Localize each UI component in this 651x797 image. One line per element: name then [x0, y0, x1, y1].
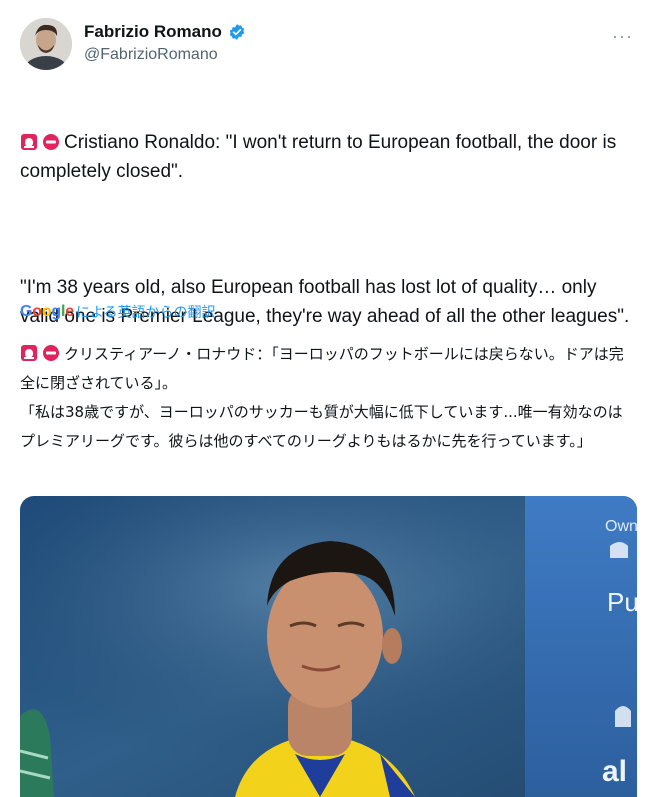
tweet-media-photo[interactable]: Own Pu al [20, 496, 637, 797]
translated-line1: クリスティアーノ・ロナウド：「ヨーロッパのフットボールには戻らない。ドアは完全に… [20, 340, 632, 398]
sign-text-2: Pu [607, 587, 637, 617]
sign-text-3: al [602, 755, 627, 788]
translation-label[interactable]: による英語からの翻訳 [76, 302, 216, 322]
tweet-line1-text: Cristiano Ronaldo: "I won't return to Eu… [20, 132, 617, 182]
translation-notice[interactable]: Google による英語からの翻訳 [20, 302, 216, 322]
tweet-line1: Cristiano Ronaldo: "I won't return to Eu… [20, 128, 632, 186]
google-logo: Google [20, 303, 74, 320]
more-icon[interactable]: ··· [612, 26, 633, 47]
no-entry-icon [43, 345, 59, 361]
sign-text-1: Own [605, 518, 637, 535]
translated-text: クリスティアーノ・ロナウド：「ヨーロッパのフットボールには戻らない。ドアは完全に… [20, 340, 632, 456]
author-display-name[interactable]: Fabrizio Romano [84, 22, 222, 42]
author-names: Fabrizio Romano @FabrizioRomano [84, 22, 246, 64]
siren-icon [21, 345, 37, 361]
no-entry-icon [43, 134, 59, 150]
translated-quote: 「私は38歳ですが、ヨーロッパのサッカーも質が大幅に低下しています...唯一有効… [20, 403, 623, 450]
verified-badge-icon [229, 24, 245, 40]
author-avatar[interactable] [20, 18, 72, 70]
author-handle[interactable]: @FabrizioRomano [84, 46, 246, 64]
translated-line1-text: クリスティアーノ・ロナウド：「ヨーロッパのフットボールには戻らない。ドアは完全に… [20, 345, 624, 392]
tweet-header: Fabrizio Romano @FabrizioRomano ··· [18, 16, 637, 76]
siren-icon [21, 134, 37, 150]
